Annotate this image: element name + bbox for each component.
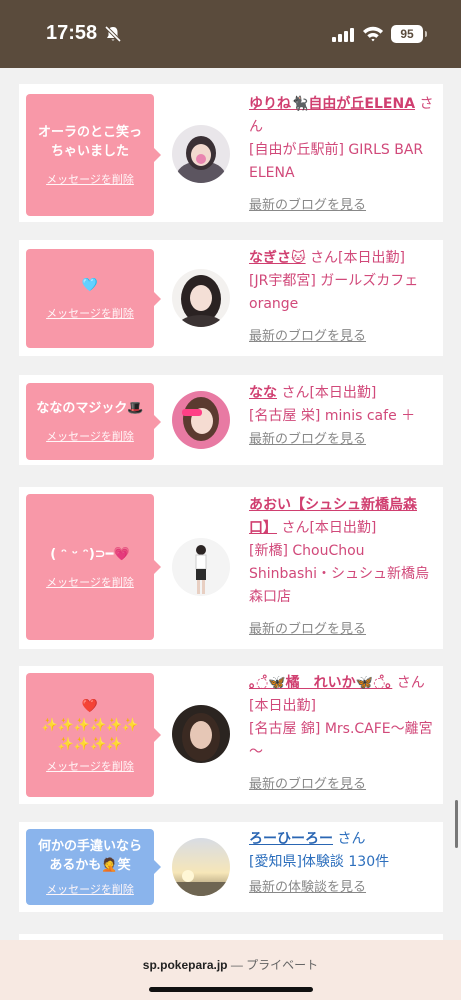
message-text: ❤️ ✨✨✨✨✨✨ ✨✨✨✨ (41, 698, 139, 752)
avatar[interactable] (172, 391, 230, 449)
message-text: 🩵 (81, 278, 99, 293)
honorific: さん[本日出勤] (310, 250, 405, 266)
message-card: ( ᵔ ᵕ ᵔ)⊃━💗 メッセージを削除 あおい【シュシュ新橋烏森口】 さん[本… (19, 487, 443, 649)
signal-icon (332, 28, 354, 42)
avatar[interactable] (172, 538, 230, 596)
latest-blog-link[interactable]: 最新のブログを見る (249, 773, 435, 796)
honorific: さん[本日出勤] (281, 385, 377, 401)
honorific: さん[本日出勤] (281, 520, 377, 536)
avatar[interactable] (172, 705, 230, 763)
url-separator: — (227, 958, 247, 972)
message-text: ( ᵔ ᵕ ᵔ)⊃━💗 (50, 546, 130, 562)
girl-info: なぎさ🐱 さん[本日出勤] [JR宇都宮] ガールズカフェorange 最新のブ… (249, 247, 435, 348)
review-count: [愛知県]体験談 130件 (249, 854, 390, 870)
status-time: 17:58 (46, 22, 98, 44)
avatar[interactable] (172, 838, 230, 896)
bell-muted-icon (104, 25, 122, 43)
message-bubble: 何かの手違いなら あるかも🤦笑 メッセージを削除 (26, 829, 161, 905)
girl-info: ゆりね🐈‍⬛自由が丘ELENA さん [自由が丘駅前] GIRLS BAR EL… (249, 93, 435, 217)
message-text: 何かの手違いなら あるかも🤦笑 (37, 839, 142, 873)
home-indicator[interactable] (149, 987, 313, 992)
girl-name-link[interactable]: なぎさ🐱 (249, 250, 306, 266)
message-bubble: ななのマジック🎩 メッセージを削除 (26, 383, 161, 460)
message-card: ななのマジック🎩 メッセージを削除 なな さん[本日出勤] [名古屋 栄] mi… (19, 375, 443, 465)
honorific: さん (337, 831, 366, 847)
shop-name: [新橋] ChouChou Shinbashi・シュシュ新橋烏森口店 (249, 543, 430, 605)
shop-name: [名古屋 錦] Mrs.CAFE～離宮～ (249, 721, 433, 760)
girl-name-link[interactable]: なな (249, 385, 277, 401)
message-bubble: ❤️ ✨✨✨✨✨✨ ✨✨✨✨ メッセージを削除 (26, 673, 161, 797)
wifi-icon (363, 26, 383, 42)
delete-message-link[interactable]: メッセージを削除 (46, 881, 134, 897)
girl-name-link[interactable]: ｡◌̊🦋橘 れいか🦋◌̊｡ (249, 675, 392, 691)
message-card: 🩵 メッセージを削除 なぎさ🐱 さん[本日出勤] [JR宇都宮] ガールズカフェ… (19, 240, 443, 356)
message-text: ななのマジック🎩 (36, 401, 144, 416)
delete-message-link[interactable]: メッセージを削除 (46, 305, 134, 321)
private-mode-label: プライベート (246, 958, 319, 972)
scrollbar[interactable] (455, 800, 458, 848)
reviewer-name-link[interactable]: ろーひーろー (249, 831, 333, 847)
url-display[interactable]: sp.pokepara.jp — プライベート (0, 956, 461, 973)
delete-message-link[interactable]: メッセージを削除 (46, 428, 134, 444)
latest-blog-link[interactable]: 最新のブログを見る (249, 325, 435, 348)
message-feed[interactable]: オーラのとこ笑っ ちゃいました メッセージを削除 ゆりね🐈‍⬛自由が丘ELENA… (0, 68, 461, 940)
battery-indicator: 95 (391, 25, 427, 43)
latest-blog-link[interactable]: 最新のブログを見る (249, 194, 435, 217)
shop-name: [自由が丘駅前] GIRLS BAR ELENA (249, 142, 424, 181)
url-domain: sp.pokepara.jp (142, 958, 228, 972)
message-bubble: 🩵 メッセージを削除 (26, 249, 161, 348)
message-bubble: オーラのとこ笑っ ちゃいました メッセージを削除 (26, 94, 161, 216)
shop-name: [JR宇都宮] ガールズカフェorange (249, 273, 419, 312)
avatar[interactable] (172, 269, 230, 327)
message-card: 何かの手違いなら あるかも🤦笑 メッセージを削除 ろーひーろー さん [愛知県]… (19, 822, 443, 912)
shop-name: [名古屋 栄] minis cafe ＋ (249, 408, 416, 424)
message-card: オーラのとこ笑っ ちゃいました メッセージを削除 ゆりね🐈‍⬛自由が丘ELENA… (19, 84, 443, 222)
delete-message-link[interactable]: メッセージを削除 (46, 171, 134, 187)
message-text: オーラのとこ笑っ ちゃいました (37, 125, 142, 159)
status-bar: 17:58 95 (0, 0, 461, 68)
message-card: ❤️ ✨✨✨✨✨✨ ✨✨✨✨ メッセージを削除 ｡◌̊🦋橘 れいか🦋◌̊｡ さん… (19, 666, 443, 804)
avatar[interactable] (172, 125, 230, 183)
girl-info: ｡◌̊🦋橘 れいか🦋◌̊｡ さん[本日出勤] [名古屋 錦] Mrs.CAFE～… (249, 672, 435, 796)
girl-name-link[interactable]: ゆりね🐈‍⬛自由が丘ELENA (249, 96, 415, 112)
reviewer-info: ろーひーろー さん [愛知県]体験談 130件 最新の体験談を見る (249, 828, 435, 899)
message-bubble: ( ᵔ ᵕ ᵔ)⊃━💗 メッセージを削除 (26, 494, 161, 640)
delete-message-link[interactable]: メッセージを削除 (46, 574, 134, 590)
latest-blog-link[interactable]: 最新のブログを見る (249, 428, 435, 451)
girl-info: あおい【シュシュ新橋烏森口】 さん[本日出勤] [新橋] ChouChou Sh… (249, 494, 435, 641)
girl-info: なな さん[本日出勤] [名古屋 栄] minis cafe ＋ 最新のブログを… (249, 382, 435, 451)
latest-blog-link[interactable]: 最新のブログを見る (249, 618, 435, 641)
latest-review-link[interactable]: 最新の体験談を見る (249, 876, 435, 899)
delete-message-link[interactable]: メッセージを削除 (46, 758, 134, 774)
